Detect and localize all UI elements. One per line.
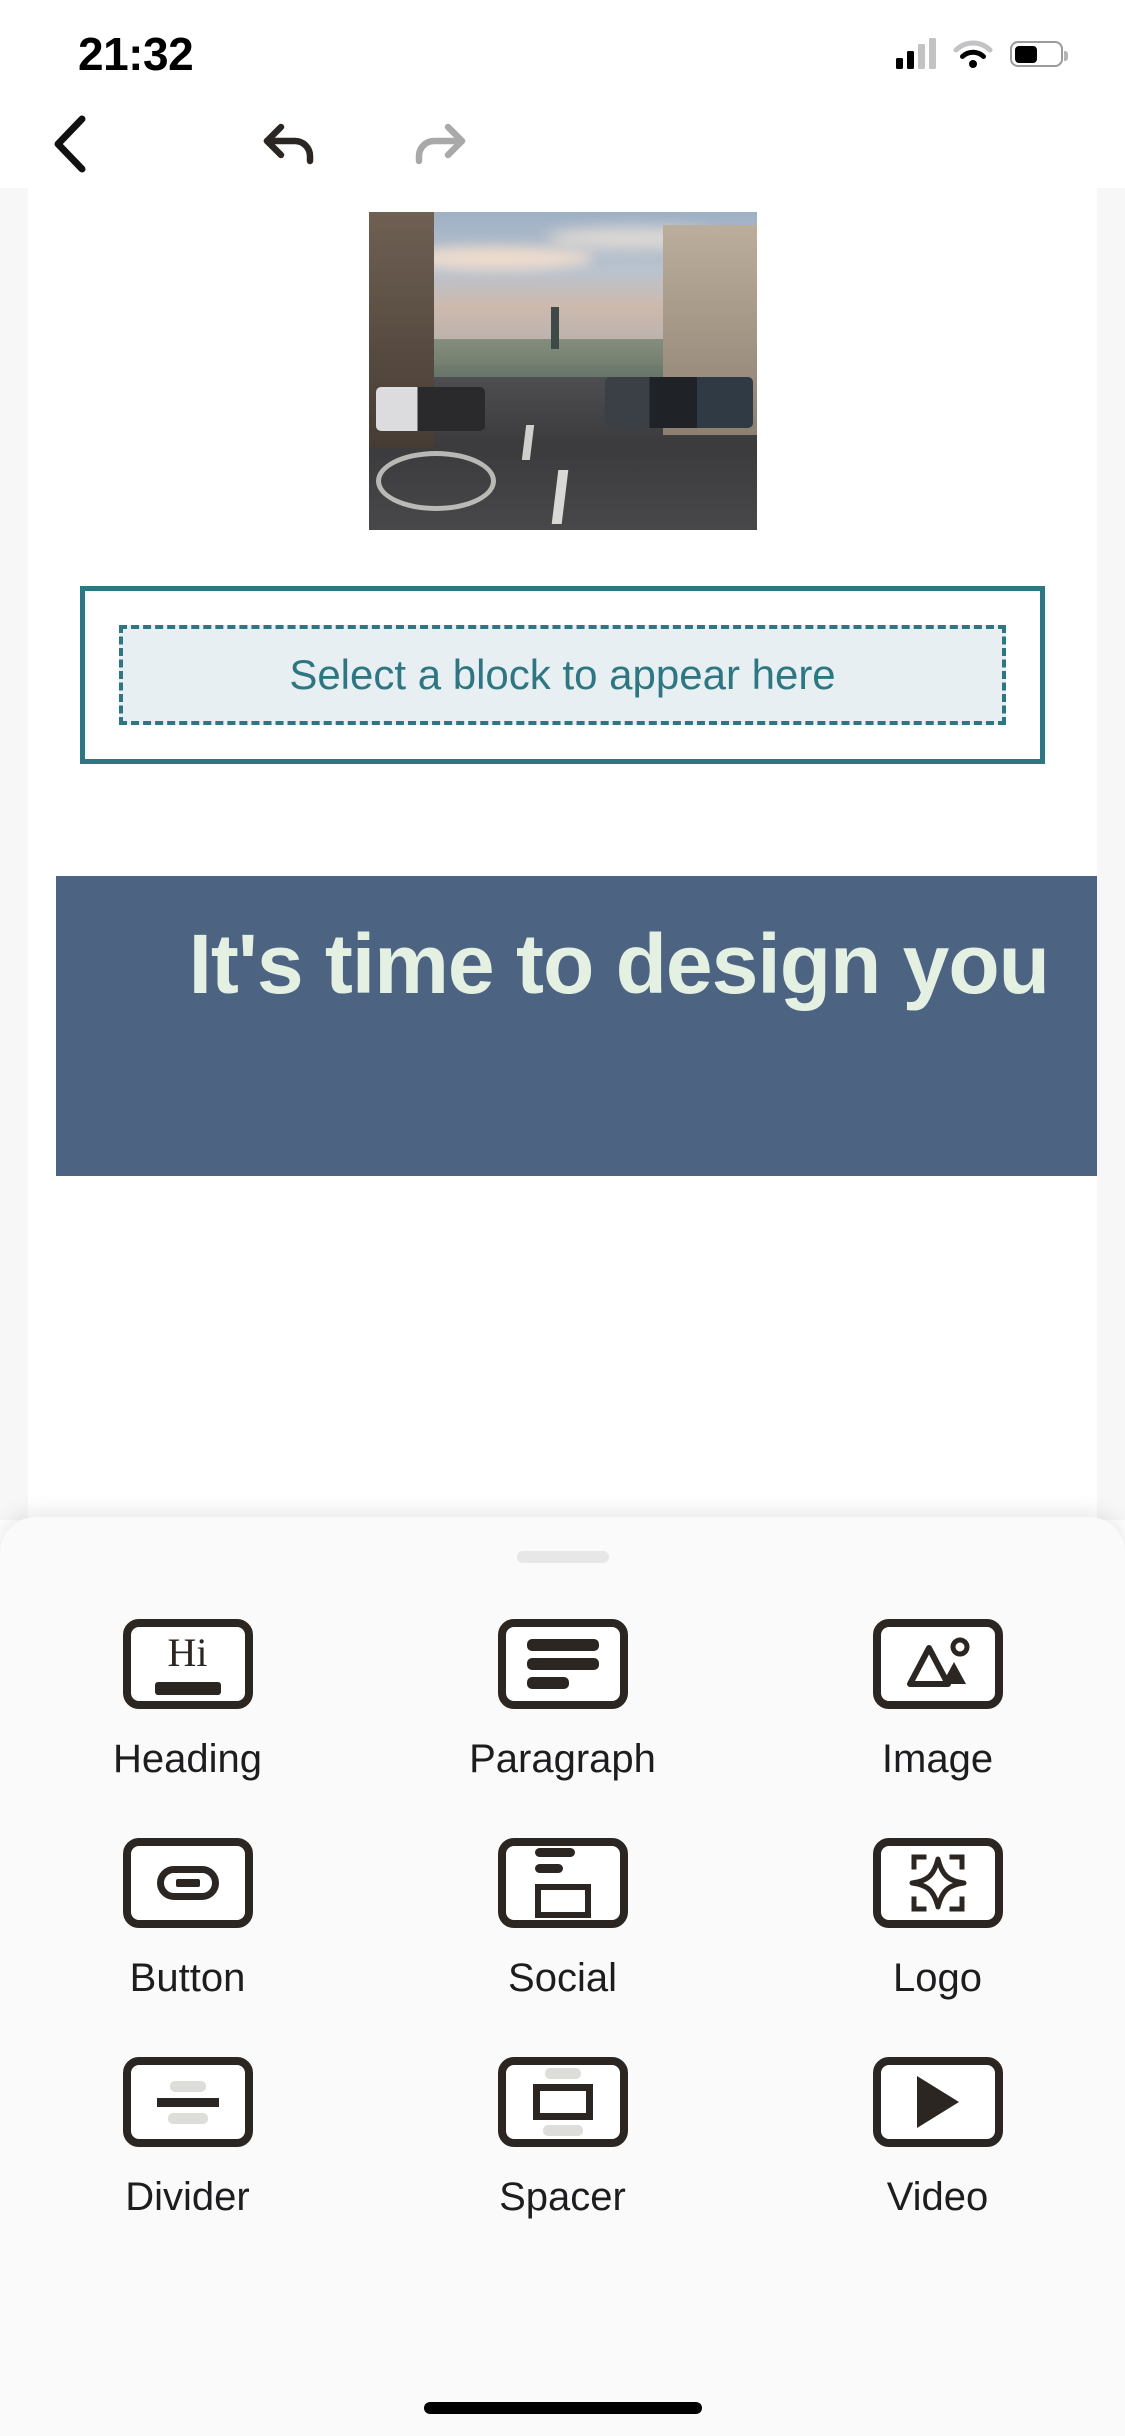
social-icon (497, 1838, 628, 1928)
logo-icon (872, 1838, 1003, 1928)
block-label: Logo (893, 1956, 982, 2000)
redo-button[interactable] (390, 100, 486, 188)
block-label: Spacer (499, 2175, 626, 2219)
block-label: Video (886, 2175, 989, 2219)
block-item-heading[interactable]: Hi Heading (0, 1619, 375, 1782)
email-page: Select a block to appear here It's time … (28, 188, 1097, 1520)
redo-arrow-icon (415, 123, 466, 165)
block-grid: Hi Heading Paragraph Image Button Social… (0, 1619, 1125, 2220)
chevron-left-icon (54, 115, 86, 173)
paragraph-icon (497, 1619, 628, 1709)
block-item-video[interactable]: Video (750, 2057, 1125, 2220)
editor-canvas[interactable]: Select a block to appear here It's time … (0, 188, 1125, 1520)
undo-arrow-icon (263, 123, 314, 165)
street-photo (368, 212, 757, 530)
drop-zone-label: Select a block to appear here (289, 651, 836, 698)
video-icon (872, 2057, 1003, 2147)
block-item-image[interactable]: Image (750, 1619, 1125, 1782)
block-label: Heading (112, 1737, 262, 1781)
block-label: Divider (125, 2175, 250, 2219)
image-block[interactable] (28, 188, 1097, 530)
block-item-divider[interactable]: Divider (0, 2057, 375, 2220)
status-time: 21:32 (78, 28, 194, 80)
block-drop-zone[interactable]: Select a block to appear here (80, 586, 1045, 764)
block-drop-zone-inner: Select a block to appear here (119, 625, 1006, 725)
button-icon (122, 1838, 253, 1928)
sheet-drag-handle[interactable] (516, 1551, 609, 1563)
spacer-icon (497, 2057, 628, 2147)
divider-icon (122, 2057, 253, 2147)
undo-button[interactable] (243, 100, 339, 188)
block-item-paragraph[interactable]: Paragraph (375, 1619, 750, 1782)
image-icon (872, 1619, 1003, 1709)
block-item-spacer[interactable]: Spacer (375, 2057, 750, 2220)
block-label: Paragraph (469, 1737, 656, 1781)
hero-title: It's time to design you (188, 917, 1050, 1011)
home-indicator (423, 2402, 702, 2414)
battery-icon (1010, 41, 1068, 67)
back-button[interactable] (22, 100, 118, 188)
hero-block[interactable]: It's time to design you (56, 876, 1097, 1176)
block-label: Image (881, 1737, 994, 1781)
cellular-signal-icon (896, 38, 936, 69)
block-item-social[interactable]: Social (375, 1838, 750, 2001)
editor-toolbar (0, 100, 1125, 188)
status-bar: 21:32 (0, 0, 1125, 100)
status-indicators (896, 38, 1068, 69)
block-picker-sheet[interactable]: Hi Heading Paragraph Image Button Social… (0, 1517, 1125, 2436)
block-item-button[interactable]: Button (0, 1838, 375, 2001)
heading-icon: Hi (122, 1619, 253, 1709)
block-label: Social (508, 1956, 617, 2000)
block-label: Button (129, 1956, 246, 2000)
block-item-logo[interactable]: Logo (750, 1838, 1125, 2001)
wifi-icon (953, 40, 993, 68)
